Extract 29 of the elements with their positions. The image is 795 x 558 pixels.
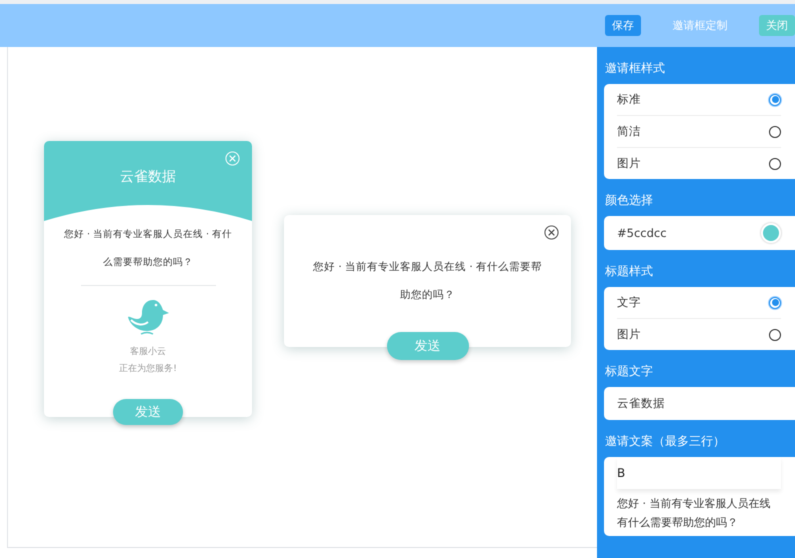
option-label: 文字 bbox=[617, 295, 641, 310]
agent-status: 正在为您服务! bbox=[119, 362, 177, 376]
section-label: 标题样式 bbox=[604, 263, 654, 280]
section-label: 邀请文案（最多三行） bbox=[604, 433, 726, 450]
close-icon[interactable] bbox=[544, 225, 559, 240]
option-label: 简洁 bbox=[617, 124, 641, 139]
text-editor[interactable]: B 您好 · 当前有专业客服人员在线 有什么需要帮助您的吗？ bbox=[604, 457, 795, 536]
radio-button[interactable] bbox=[769, 94, 781, 106]
section-label: 颜色选择 bbox=[604, 192, 654, 209]
radio-button[interactable] bbox=[769, 296, 781, 308]
radio-button[interactable] bbox=[769, 328, 781, 340]
option-label: 图片 bbox=[617, 156, 641, 171]
color-field[interactable]: #5ccdcc bbox=[604, 216, 795, 250]
color-swatch[interactable] bbox=[761, 223, 781, 243]
radio-button[interactable] bbox=[769, 126, 781, 138]
card-title: 云雀数据 bbox=[120, 168, 176, 187]
section-label: 邀请框样式 bbox=[604, 60, 666, 77]
bold-button[interactable]: B bbox=[617, 466, 626, 480]
invite-message: 您好 · 当前有专业客服人员在线 · 有什么需要帮助您的吗？ bbox=[62, 228, 234, 270]
panel-title: 邀请框定制 bbox=[672, 18, 728, 33]
invite-message: 您好 · 当前有专业客服人员在线 · 有什么需要帮助您的吗？ bbox=[312, 260, 544, 303]
radio-button[interactable] bbox=[769, 158, 781, 170]
section-label: 标题文字 bbox=[604, 363, 654, 380]
color-value: #5ccdcc bbox=[617, 226, 667, 240]
option-label: 标准 bbox=[617, 92, 641, 107]
option-label: 图片 bbox=[617, 327, 641, 342]
title-input[interactable]: 云雀数据 bbox=[604, 387, 795, 420]
editor-text: 您好 · 当前有专业客服人员在线 有什么需要帮助您的吗？ bbox=[617, 496, 772, 531]
agent-name: 客服小云 bbox=[128, 346, 167, 359]
